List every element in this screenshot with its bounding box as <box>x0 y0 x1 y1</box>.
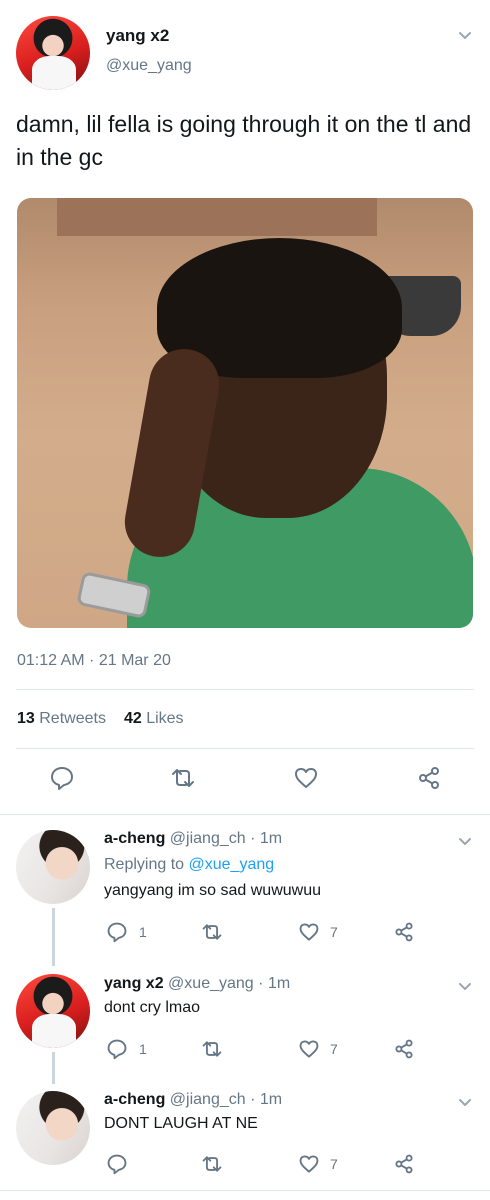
author-handle[interactable]: @xue_yang <box>106 57 192 75</box>
heart-icon[interactable] <box>298 1153 320 1175</box>
like-count: 7 <box>330 1156 338 1172</box>
tweet-image[interactable] <box>17 198 473 628</box>
chevron-down-icon[interactable] <box>458 1095 472 1109</box>
retweet-icon[interactable] <box>201 1038 223 1060</box>
replying-label: Replying to <box>104 856 185 873</box>
divider <box>0 814 490 815</box>
reply-icon[interactable] <box>106 1153 128 1175</box>
share-icon[interactable] <box>393 1038 415 1060</box>
author-name[interactable]: yang x2 <box>104 975 164 992</box>
reply-icon[interactable] <box>49 765 75 791</box>
reply-icon[interactable] <box>106 1038 128 1060</box>
author-name[interactable]: a-cheng <box>104 830 165 847</box>
heart-icon[interactable] <box>293 765 319 791</box>
replying-to: Replying to @xue_yang <box>104 856 274 874</box>
avatar[interactable] <box>16 830 90 904</box>
reply-actions: 1 7 <box>0 1038 490 1060</box>
reply-text: yangyang im so sad wuwuwuu <box>104 882 322 899</box>
reply-header: a-cheng @jiang_ch · 1m <box>104 830 282 848</box>
author-handle[interactable]: @jiang_ch <box>170 830 246 847</box>
share-icon[interactable] <box>393 1153 415 1175</box>
divider <box>0 1190 490 1191</box>
likes-label[interactable]: Likes <box>146 710 183 727</box>
chevron-down-icon[interactable] <box>458 979 472 993</box>
tweet-text: damn, lil fella is going through it on t… <box>16 111 472 170</box>
chevron-down-icon[interactable] <box>458 28 472 42</box>
share-icon[interactable] <box>416 765 442 791</box>
author-name[interactable]: yang x2 <box>106 26 169 46</box>
reply-icon[interactable] <box>106 921 128 943</box>
retweets-label[interactable]: Retweets <box>39 710 106 727</box>
avatar[interactable] <box>16 974 90 1048</box>
author-name[interactable]: a-cheng <box>104 1091 165 1108</box>
reply-actions: 7 <box>0 1153 490 1175</box>
reply-count: 1 <box>139 1041 147 1057</box>
mention-link[interactable]: @xue_yang <box>189 856 275 873</box>
author-handle[interactable]: @xue_yang <box>168 975 254 992</box>
reply-actions: 1 7 <box>0 921 490 943</box>
reply-text: DONT LAUGH AT NE <box>104 1115 258 1132</box>
heart-icon[interactable] <box>298 1038 320 1060</box>
chevron-down-icon[interactable] <box>458 834 472 848</box>
engagement-counts: 13 Retweets 42 Likes <box>17 710 184 728</box>
like-count: 7 <box>330 1041 338 1057</box>
retweet-icon[interactable] <box>201 921 223 943</box>
heart-icon[interactable] <box>298 921 320 943</box>
tweet-actions <box>0 765 490 799</box>
reply-time: · 1m <box>258 975 291 992</box>
divider <box>16 689 474 690</box>
reply-time: · 1m <box>250 830 283 847</box>
reply-text: dont cry lmao <box>104 999 201 1016</box>
author-handle[interactable]: @jiang_ch <box>170 1091 246 1108</box>
reply-time: · 1m <box>250 1091 283 1108</box>
retweet-icon[interactable] <box>170 765 196 791</box>
reply-header: yang x2 @xue_yang · 1m <box>104 975 290 993</box>
share-icon[interactable] <box>393 921 415 943</box>
retweets-count[interactable]: 13 <box>17 710 35 727</box>
divider <box>16 748 474 749</box>
avatar[interactable] <box>16 16 90 90</box>
like-count: 7 <box>330 924 338 940</box>
retweet-icon[interactable] <box>201 1153 223 1175</box>
reply-header: a-cheng @jiang_ch · 1m <box>104 1091 282 1109</box>
tweet-timestamp[interactable]: 01:12 AM · 21 Mar 20 <box>17 652 171 670</box>
likes-count[interactable]: 42 <box>124 710 142 727</box>
reply-count: 1 <box>139 924 147 940</box>
